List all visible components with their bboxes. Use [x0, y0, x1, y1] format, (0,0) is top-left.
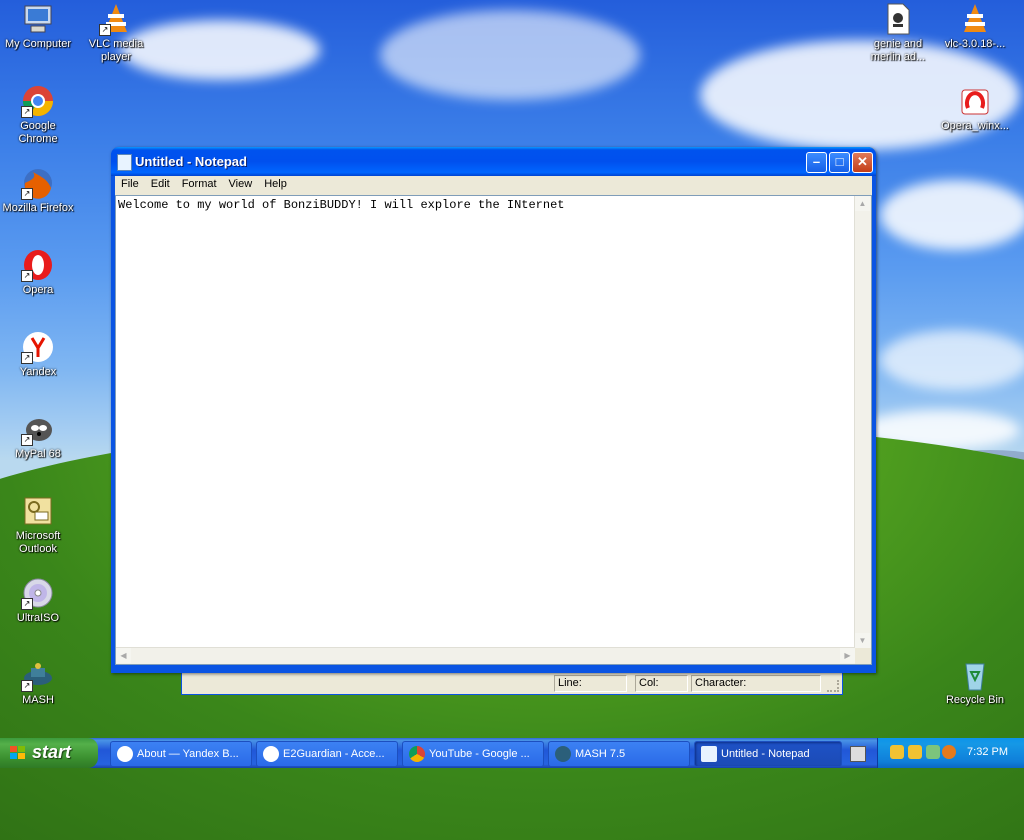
- editor-content[interactable]: Welcome to my world of BonziBUDDY! I wil…: [118, 198, 564, 212]
- desktop-icon-vlc[interactable]: ↗ VLC media player: [78, 2, 154, 64]
- task-yandex-about[interactable]: About — Yandex B...: [110, 741, 252, 767]
- windows-logo-icon: [10, 746, 25, 759]
- taskbar: start About — Yandex B... E2Guardian - A…: [0, 738, 1024, 768]
- clock[interactable]: 7:32 PM: [967, 746, 1008, 758]
- scroll-down-icon[interactable]: ▼: [855, 633, 870, 648]
- desktop-icon-my-computer[interactable]: My Computer: [0, 2, 76, 51]
- close-button[interactable]: ✕: [852, 152, 873, 173]
- shortcut-arrow-icon: ↗: [21, 106, 33, 118]
- shortcut-arrow-icon: ↗: [21, 270, 33, 282]
- desktop-icon-opera-installer[interactable]: Opera_winx...: [937, 84, 1013, 133]
- resize-grip[interactable]: [827, 680, 839, 692]
- mypal-icon: ↗: [21, 412, 55, 446]
- chrome-icon: [409, 746, 425, 762]
- status-character: Character:: [691, 675, 821, 692]
- maximize-button[interactable]: □: [829, 152, 850, 173]
- opera-icon: ↗: [21, 248, 55, 282]
- desktop-icon-yandex[interactable]: ↗ Yandex: [0, 330, 76, 379]
- opera-installer-icon: [958, 84, 992, 118]
- mash-icon: [555, 746, 571, 762]
- title-bar[interactable]: Untitled - Notepad – □ ✕: [111, 147, 876, 176]
- desktop-icon-recycle-bin[interactable]: Recycle Bin: [937, 658, 1013, 707]
- status-line: Line:: [554, 675, 627, 692]
- outlook-icon: [21, 494, 55, 528]
- scroll-left-icon[interactable]: ◀: [116, 648, 131, 663]
- horizontal-scrollbar[interactable]: ◀ ▶: [116, 647, 855, 664]
- yandex-icon: ↗: [21, 330, 55, 364]
- chrome-icon: ↗: [21, 84, 55, 118]
- scrollbar-corner: [855, 648, 871, 664]
- desktop-icon-mash[interactable]: ↗ MASH: [0, 658, 76, 707]
- vertical-scrollbar[interactable]: ▲ ▼: [854, 196, 871, 648]
- menu-bar: File Edit Format View Help: [115, 176, 872, 195]
- security-icon[interactable]: [908, 745, 922, 759]
- start-label: start: [32, 742, 72, 762]
- menu-help[interactable]: Help: [258, 176, 293, 190]
- desktop-icon-genie-merlin[interactable]: genie and merlin ad...: [860, 2, 936, 64]
- desktop-icon-opera[interactable]: ↗ Opera: [0, 248, 76, 297]
- vlc-icon: ↗: [99, 2, 133, 36]
- shortcut-arrow-icon: ↗: [21, 598, 33, 610]
- desktop-icon-mozilla-firefox[interactable]: ↗ Mozilla Firefox: [0, 166, 76, 215]
- desktop-icon-microsoft-outlook[interactable]: Microsoft Outlook: [0, 494, 76, 556]
- shortcut-arrow-icon: ↗: [21, 680, 33, 692]
- desktop-icon-google-chrome[interactable]: ↗ Google Chrome: [0, 84, 76, 146]
- keyboard-icon[interactable]: [850, 746, 866, 762]
- desktop-icon-vlc-installer[interactable]: vlc-3.0.18-...: [937, 2, 1013, 51]
- scroll-up-icon[interactable]: ▲: [855, 196, 870, 211]
- document-icon: [881, 2, 915, 36]
- window-title: Untitled - Notepad: [135, 154, 247, 169]
- status-col: Col:: [635, 675, 688, 692]
- vlc-icon: [958, 2, 992, 36]
- menu-file[interactable]: File: [115, 176, 145, 190]
- shield-icon[interactable]: [890, 745, 904, 759]
- menu-format[interactable]: Format: [176, 176, 223, 190]
- desktop-icon-ultraiso[interactable]: ↗ UltraISO: [0, 576, 76, 625]
- firefox-icon: ↗: [21, 166, 55, 200]
- task-mash[interactable]: MASH 7.5: [548, 741, 690, 767]
- network-icon[interactable]: [926, 745, 940, 759]
- menu-edit[interactable]: Edit: [145, 176, 176, 190]
- status-bar: Line: Col: Character:: [181, 673, 843, 695]
- yandex-icon: [263, 746, 279, 762]
- notepad-window: Untitled - Notepad – □ ✕ File Edit Format V…: [111, 147, 876, 673]
- recycle-bin-icon: [958, 658, 992, 692]
- shortcut-arrow-icon: ↗: [21, 352, 33, 364]
- yandex-icon: [117, 746, 133, 762]
- computer-icon: [21, 2, 55, 36]
- scroll-right-icon[interactable]: ▶: [840, 648, 855, 663]
- shortcut-arrow-icon: ↗: [99, 24, 111, 36]
- notepad-icon: [701, 746, 717, 762]
- task-youtube-chrome[interactable]: YouTube - Google ...: [402, 741, 544, 767]
- notepad-icon: [117, 154, 132, 171]
- search-icon[interactable]: [942, 745, 956, 759]
- text-editor[interactable]: Welcome to my world of BonziBUDDY! I wil…: [115, 195, 872, 665]
- start-button[interactable]: start: [0, 738, 98, 768]
- desktop-icon-mypal[interactable]: ↗ MyPal 68: [0, 412, 76, 461]
- shortcut-arrow-icon: ↗: [21, 434, 33, 446]
- mash-icon: ↗: [21, 658, 55, 692]
- task-e2guardian[interactable]: E2Guardian - Acce...: [256, 741, 398, 767]
- task-notepad[interactable]: Untitled - Notepad: [694, 741, 842, 767]
- system-tray: 7:32 PM: [877, 738, 1024, 768]
- disc-icon: ↗: [21, 576, 55, 610]
- shortcut-arrow-icon: ↗: [21, 188, 33, 200]
- menu-view[interactable]: View: [223, 176, 259, 190]
- minimize-button[interactable]: –: [806, 152, 827, 173]
